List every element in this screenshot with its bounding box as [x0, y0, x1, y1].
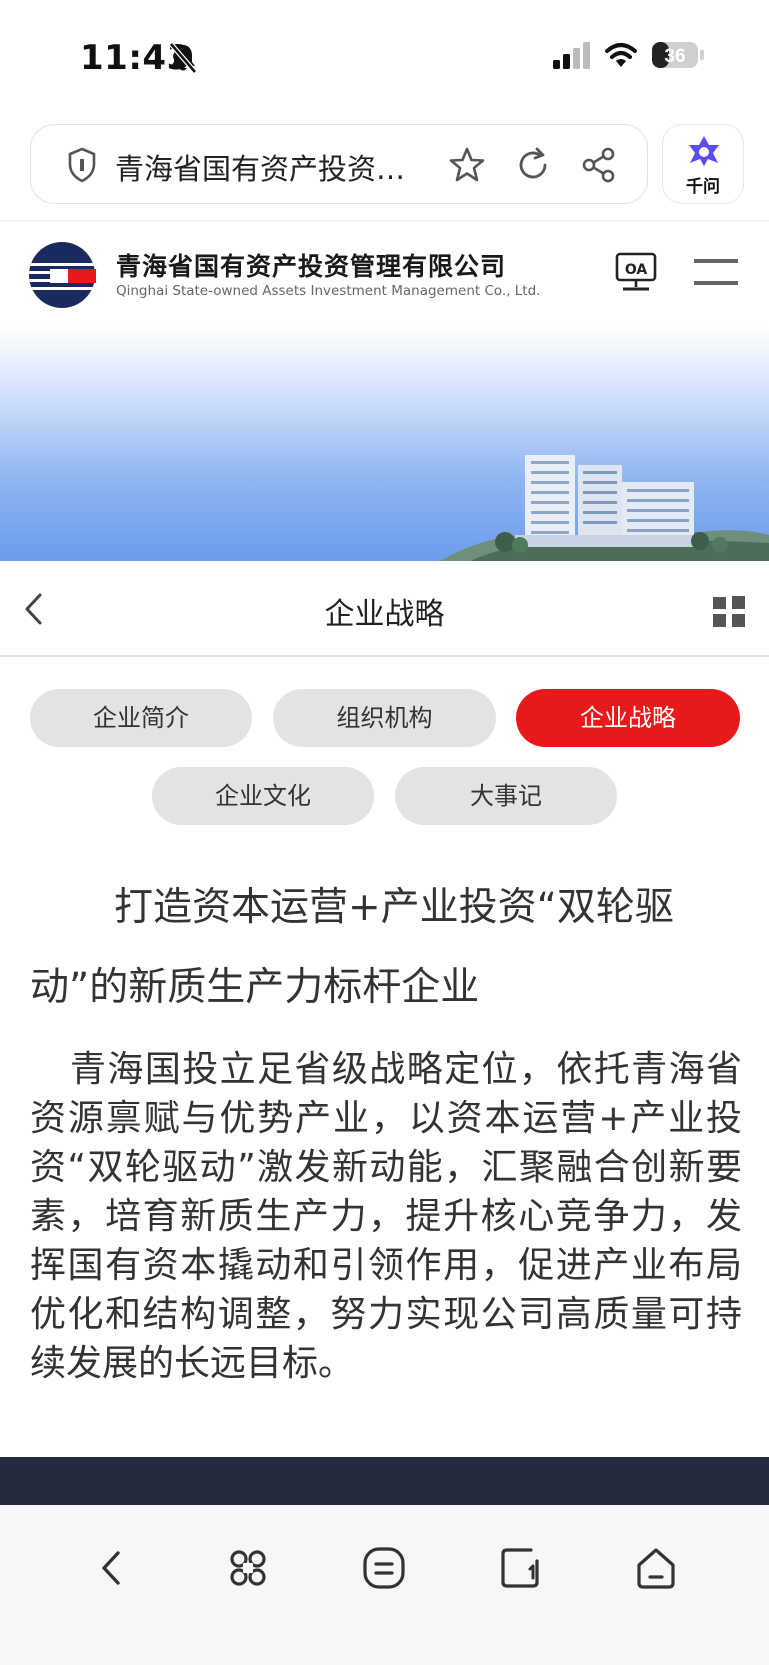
tab-corporate-strategy[interactable]: 企业战略: [516, 689, 740, 747]
building-illustration: [440, 455, 769, 561]
tabs-list-icon[interactable]: [361, 1545, 407, 1591]
tab-corporate-culture[interactable]: 企业文化: [152, 767, 374, 825]
grid-menu-icon[interactable]: [712, 595, 746, 629]
oa-label: OA: [625, 262, 648, 278]
home-icon[interactable]: [633, 1545, 679, 1591]
browser-bottom-bar: [0, 1505, 769, 1665]
tab-company-profile[interactable]: 企业简介: [30, 689, 252, 747]
strategy-body: 青海国投立足省级战略定位，依托青海省资源禀赋与优势产业，以资本运营+产业投资“双…: [30, 1049, 742, 1384]
banner-image: [0, 327, 769, 561]
qianwen-logo-icon: [689, 136, 719, 166]
page-title: 企业战略: [324, 597, 445, 632]
wifi-icon: [605, 43, 637, 67]
strategy-heading: 打造资本运营+产业投资“双轮驱动”的新质生产力标杆企业: [30, 885, 674, 1010]
oa-icon[interactable]: OA: [615, 251, 657, 293]
apps-icon[interactable]: [225, 1545, 271, 1591]
battery-icon: 36: [652, 42, 704, 68]
battery-level: 36: [664, 46, 685, 67]
company-name-en: Qinghai State-owned Assets Investment Ma…: [116, 283, 541, 299]
menu-icon[interactable]: [694, 257, 738, 287]
signal-icon: [553, 42, 590, 69]
page-title-bar: 企业战略: [0, 561, 769, 657]
company-name-cn: 青海省国有资产投资管理有限公司: [116, 252, 507, 281]
address-bar[interactable]: 青海省国有资产投资…: [30, 124, 648, 204]
qianwen-button[interactable]: 千问: [662, 124, 744, 204]
footer-band: [0, 1457, 769, 1505]
shield-icon[interactable]: [67, 147, 97, 183]
share-icon[interactable]: [579, 145, 619, 185]
qianwen-label: 千问: [686, 177, 720, 197]
site-header: 青海省国有资产投资管理有限公司 Qinghai State-owned Asse…: [0, 221, 769, 327]
address-text[interactable]: 青海省国有资产投资…: [115, 146, 435, 188]
status-bar: 11:43 36: [0, 0, 769, 110]
reload-icon[interactable]: [513, 145, 553, 185]
star-icon[interactable]: [447, 145, 487, 185]
company-logo[interactable]: [28, 241, 96, 309]
tab-milestones[interactable]: 大事记: [395, 767, 617, 825]
back-icon[interactable]: [90, 1545, 136, 1591]
tab-organization[interactable]: 组织机构: [273, 689, 496, 747]
tabs-icon[interactable]: [497, 1545, 543, 1591]
bell-off-icon: [169, 42, 197, 74]
